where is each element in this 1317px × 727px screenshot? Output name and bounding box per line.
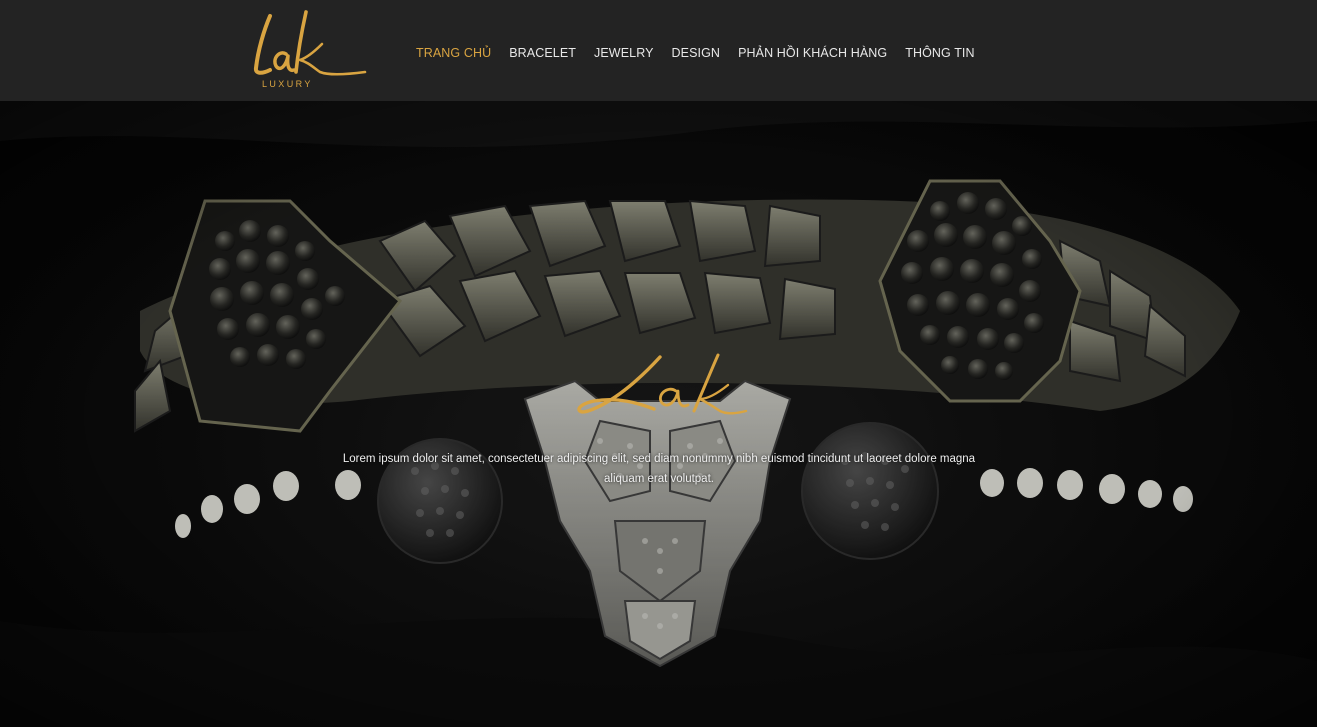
nav-item-jewelry[interactable]: JEWELRY: [594, 46, 654, 60]
brand-logo[interactable]: LUXURY: [250, 10, 372, 94]
site-header: LUXURY TRANG CHỦ BRACELET JEWELRY DESIGN…: [0, 0, 1317, 101]
hero-content: Lorem ipsum dolor sit amet, consectetuer…: [0, 101, 1317, 727]
nav-item-trang-chu[interactable]: TRANG CHỦ: [416, 46, 491, 60]
brand-logo-script: [253, 10, 367, 76]
nav-item-bracelet[interactable]: BRACELET: [509, 46, 576, 60]
hero-logo-script: [577, 353, 748, 415]
brand-logo-sub: LUXURY: [262, 79, 313, 89]
nav-item-design[interactable]: DESIGN: [672, 46, 721, 60]
main-nav-list: TRANG CHỦ BRACELET JEWELRY DESIGN PHẢN H…: [416, 44, 993, 62]
page: LUXURY TRANG CHỦ BRACELET JEWELRY DESIGN…: [0, 0, 1317, 727]
hero-banner: Lorem ipsum dolor sit amet, consectetuer…: [0, 101, 1317, 727]
nav-item-phan-hoi-khach-hang[interactable]: PHẢN HỒI KHÁCH HÀNG: [738, 46, 887, 60]
hero-description: Lorem ipsum dolor sit amet, consectetuer…: [342, 452, 976, 485]
nav-item-thong-tin[interactable]: THÔNG TIN: [905, 46, 974, 60]
